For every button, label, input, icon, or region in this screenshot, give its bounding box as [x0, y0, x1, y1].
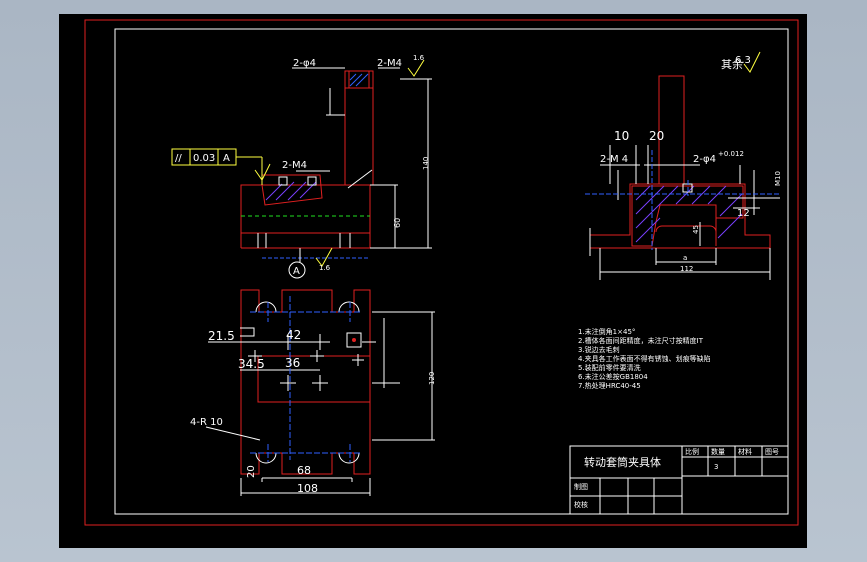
front-roughness-right: 1.6	[413, 54, 425, 62]
scale-label: 比例	[685, 447, 699, 456]
datum-label: A	[293, 266, 300, 277]
tolerance-value: 0.03	[193, 153, 215, 164]
note-7: 7.热处理HRC40-45	[578, 381, 641, 390]
side-dim-10: 10	[614, 129, 629, 143]
side-dim-total: 112	[680, 265, 693, 273]
quantity-value: 3	[714, 463, 718, 471]
cad-drawing-canvas[interactable]: 2-φ4 2-M4 2-M4 60 140 1.6 1.6 A // 0.03 …	[0, 0, 867, 562]
side-dim-m10: M10	[774, 171, 782, 186]
drawing-no-label: 图号	[765, 448, 779, 456]
note-4: 4.夹具各工作表面不得有锈蚀、划痕等缺陷	[578, 354, 711, 363]
side-dim-2-m4: 2-M 4	[600, 154, 628, 165]
top-dim-34-5: 34.5	[238, 357, 265, 371]
quantity-label: 数量	[711, 447, 725, 456]
note-5: 5.装配前零件要清洗	[578, 363, 641, 372]
checked-by-label: 校核	[574, 500, 588, 509]
front-dim-2-m4-mid: 2-M4	[282, 160, 307, 171]
top-dim-36: 36	[285, 356, 300, 370]
top-dim-108: 108	[297, 482, 318, 495]
side-dim-tol: +0.012	[718, 150, 744, 158]
side-dim-a: a	[683, 254, 687, 262]
drawing-background	[59, 14, 807, 548]
top-dim-68: 68	[297, 464, 311, 477]
tolerance-symbol: //	[175, 153, 182, 164]
note-3: 3.锐边去毛刺	[578, 345, 620, 354]
top-dim-side: 120	[428, 372, 436, 385]
drawing-title: 转动套筒夹具体	[584, 455, 661, 469]
drawn-by-label: 制图	[574, 482, 588, 491]
front-dim-right: 140	[422, 157, 430, 170]
front-roughness-bottom: 1.6	[319, 264, 331, 272]
side-dim-12: 12	[737, 208, 750, 219]
note-2: 2.槽体各面间距精度，未注尺寸按精度IT	[578, 336, 704, 345]
front-dim-60: 60	[393, 218, 402, 228]
top-dim-21-5: 21.5	[208, 329, 235, 343]
top-dim-4-r10: 4-R 10	[190, 417, 223, 428]
side-dim-2-phi4: 2-φ4	[693, 154, 716, 165]
top-dim-42: 42	[286, 328, 301, 342]
material-label: 材料	[738, 447, 752, 456]
front-dim-2-m4-top: 2-M4	[377, 58, 402, 69]
side-dim-20: 20	[649, 129, 664, 143]
top-dim-20: 20	[246, 465, 257, 478]
note-6: 6.未注公差按GB1804	[578, 372, 648, 381]
roughness-other-label: 其余	[721, 57, 743, 71]
side-dim-45: 45	[692, 225, 700, 234]
tolerance-datum: A	[223, 153, 230, 164]
front-dim-2-phi4: 2-φ4	[293, 58, 316, 69]
note-1: 1.未注倒角1×45°	[578, 327, 635, 336]
